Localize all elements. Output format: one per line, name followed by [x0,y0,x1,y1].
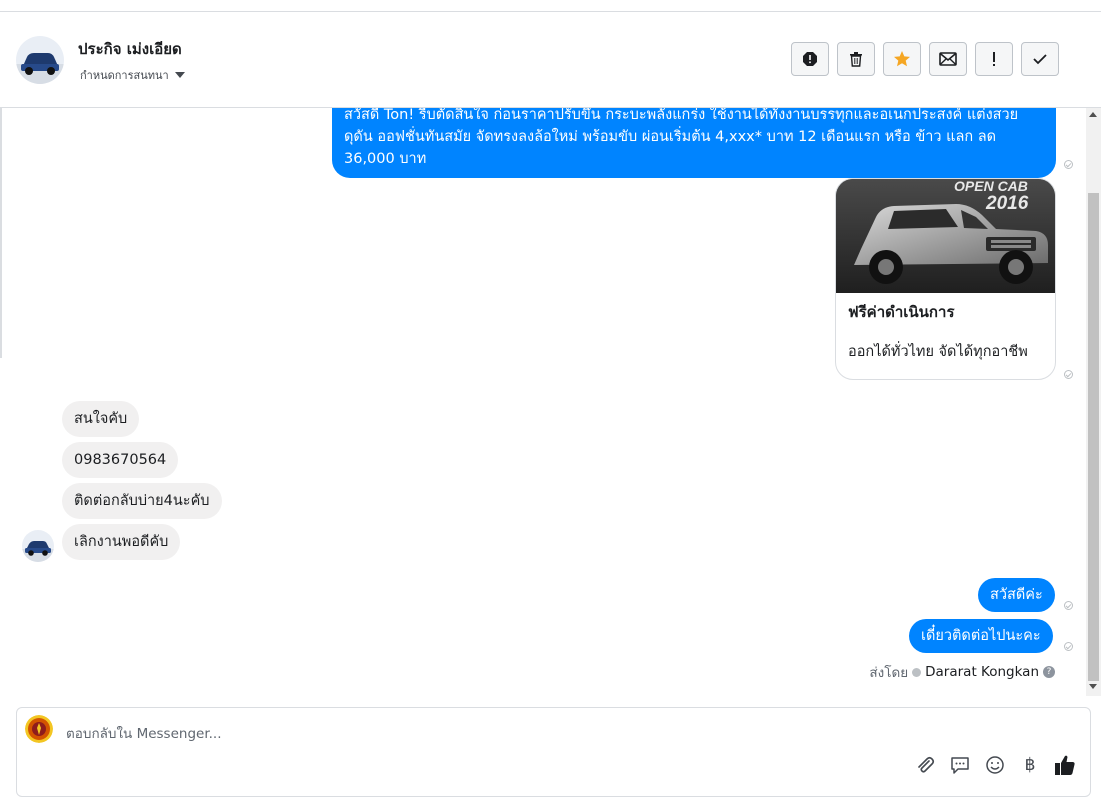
header-actions [791,42,1059,76]
message-thread: สวัสดี Ton! รีบตัดสินใจ ก่อนราคาปรับขึ้น… [0,108,1085,696]
truck-image: OPEN CAB 2016 [836,179,1055,293]
promo-card[interactable]: OPEN CAB 2016 ฟรีค่าดำเนินการ ออกได้ทั่ว… [835,178,1056,380]
mark-done-button[interactable] [1021,42,1059,76]
outgoing-text: สวัสดีค่ะ [990,587,1043,603]
sent-by-line: ส่งโดย Dararat Kongkan ? [869,661,1055,683]
composer-tools: ฿ [914,754,1076,776]
emoji-icon[interactable] [984,754,1006,776]
outgoing-message[interactable]: เดี๋ยวติดต่อไปนะคะ [909,619,1053,653]
baht-symbol: ฿ [1024,755,1036,775]
spam-icon [803,52,817,66]
promo-text: สวัสดี Ton! รีบตัดสินใจ ก่อนราคาปรับขึ้น… [344,108,1019,167]
check-circle-icon [912,667,922,677]
assign-label: กำหนดการสนทนา [80,69,169,82]
conversation-header: ประกิจ เม่งเอียด กำหนดการสนทนา [0,12,1101,108]
incoming-message[interactable]: 0983670564 [62,442,179,478]
scroll-down-icon[interactable] [1089,684,1097,689]
card-subtitle: ออกได้ทั่วไทย จัดได้ทุกอาชีพ [848,344,1028,360]
outgoing-text: เดี๋ยวติดต่อไปนะคะ [921,628,1041,644]
page-avatar [25,715,53,743]
mark-unread-button[interactable] [929,42,967,76]
thread-scrollbar[interactable] [1086,108,1101,696]
follow-up-icon [993,52,995,66]
incoming-message[interactable]: ติดต่อกลับบ่าย4นะคับ [62,483,222,519]
star-icon [894,51,910,67]
help-icon[interactable]: ? [1043,666,1055,678]
scrollbar-thumb[interactable] [1088,193,1099,681]
seen-icon [1064,601,1073,610]
mail-icon [939,52,957,66]
follow-up-button[interactable] [975,42,1013,76]
thread-divider [0,108,2,358]
reply-input[interactable]: ตอบกลับใน Messenger... [66,722,222,744]
seen-icon [1064,370,1073,379]
payment-icon[interactable]: ฿ [1019,754,1041,776]
contact-name[interactable]: ประกิจ เม่งเอียด [78,37,182,61]
star-button[interactable] [883,42,921,76]
mark-spam-button[interactable] [791,42,829,76]
like-icon[interactable] [1054,754,1076,776]
chevron-down-icon [174,72,185,78]
saved-reply-icon[interactable] [949,754,971,776]
delete-button[interactable] [837,42,875,76]
contact-avatar-small [22,530,54,562]
done-icon [1033,54,1047,65]
card-title: ฟรีค่าดำเนินการ [848,303,955,321]
top-bar [0,0,1101,12]
assign-conversation-dropdown[interactable]: กำหนดการสนทนา [80,66,185,84]
sender-name[interactable]: Dararat Kongkan [925,664,1039,680]
reply-composer[interactable]: ตอบกลับใน Messenger... ฿ [16,707,1091,797]
image-caption: OPEN CAB [954,179,1028,194]
outgoing-promo-message[interactable]: สวัสดี Ton! รีบตัดสินใจ ก่อนราคาปรับขึ้น… [332,108,1056,178]
trash-icon [850,52,862,67]
outgoing-message[interactable]: สวัสดีค่ะ [978,578,1055,612]
attach-icon[interactable] [914,754,936,776]
seen-icon [1064,160,1073,169]
contact-avatar[interactable] [16,36,64,84]
seen-icon [1064,642,1073,651]
scroll-up-icon[interactable] [1089,112,1097,117]
incoming-message[interactable]: สนใจคับ [62,401,140,437]
sent-by-prefix: ส่งโดย [869,665,909,681]
incoming-message[interactable]: เลิกงานพอดีคับ [62,524,181,560]
image-year: 2016 [985,193,1029,214]
